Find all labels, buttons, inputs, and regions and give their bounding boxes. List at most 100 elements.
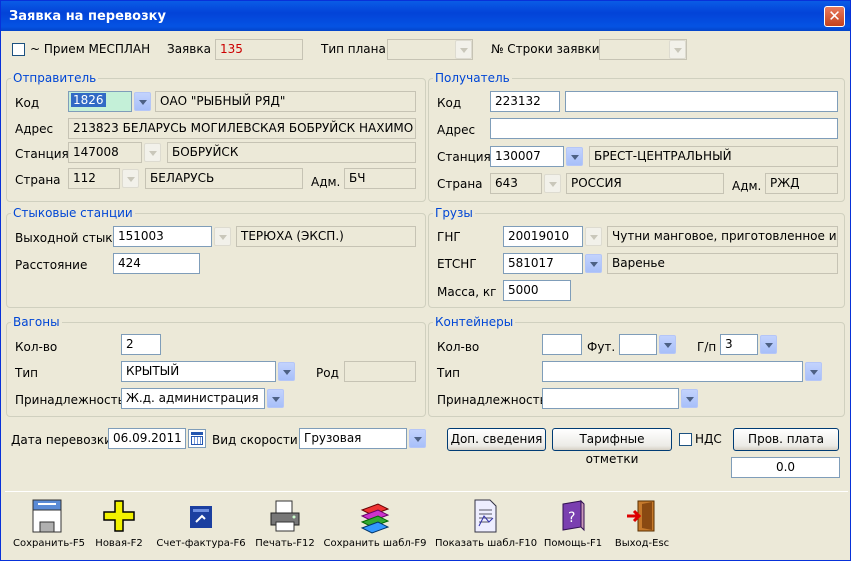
sender-stanciya-label: Станция [15, 147, 69, 161]
containers-type-field[interactable] [542, 361, 803, 382]
junction-exit-name: ТЕРЮХА (ЭКСП.) [236, 226, 416, 247]
containers-fut-field[interactable] [619, 334, 657, 355]
invoice-button-label: Счет-фактура-F6 [156, 538, 246, 549]
tip-plana-dropdown-icon[interactable] [455, 40, 472, 59]
zayavka-label: Заявка [167, 42, 211, 56]
junction-group-title: Стыковые станции [11, 206, 135, 220]
print-button[interactable]: Печать-F12 [253, 498, 317, 549]
save-template-button-label: Сохранить шабл-F9 [323, 538, 427, 549]
exit-button[interactable]: Выход-Esc [611, 498, 673, 549]
invoice-button[interactable]: Счет-фактура-F6 [155, 498, 247, 549]
sender-kod-field[interactable]: 1826 [68, 91, 132, 112]
wagons-count-field[interactable]: 2 [121, 334, 161, 355]
wagons-rod-field[interactable] [344, 361, 416, 382]
new-button-label: Новая-F2 [95, 538, 143, 549]
receiver-strana-name: РОССИЯ [566, 173, 724, 194]
prov-plata-button[interactable]: Пров. плата [733, 428, 839, 451]
date-field[interactable]: 06.09.2011 [108, 428, 186, 449]
help-button[interactable]: ? Помощь-F1 [543, 498, 603, 549]
junction-dist-label: Расстояние [15, 258, 88, 272]
receiver-strana-dropdown-icon[interactable] [544, 174, 561, 193]
sender-kod-name: ОАО "РЫБНЫЙ РЯД" [155, 91, 416, 112]
save-button[interactable]: Сохранить-F5 [13, 498, 85, 549]
containers-count-field[interactable] [542, 334, 582, 355]
sender-strana-dropdown-icon[interactable] [122, 169, 139, 188]
cargo-gng-code[interactable]: 20019010 [503, 226, 583, 247]
containers-gp-dropdown-icon[interactable] [760, 335, 777, 354]
receiver-stanciya-code[interactable]: 130007 [490, 146, 564, 167]
exit-button-label: Выход-Esc [614, 538, 670, 549]
sender-stanciya-dropdown-icon[interactable] [144, 143, 161, 162]
containers-owner-dropdown-icon[interactable] [681, 389, 698, 408]
wagons-type-label: Тип [15, 366, 38, 380]
containers-owner-field[interactable] [542, 388, 679, 409]
window: Заявка на перевозку ✕ ~ Прием МЕСПЛАН За… [0, 0, 851, 561]
junction-exit-dropdown-icon[interactable] [214, 227, 231, 246]
containers-type-label: Тип [437, 366, 460, 380]
priem-checkbox[interactable] [12, 43, 25, 56]
receiver-stanciya-dropdown-icon[interactable] [566, 147, 583, 166]
toolbar: Сохранить-F5 Новая-F2 Счет-фактура-F6 Пе… [5, 491, 848, 557]
receiver-adm-label: Адм. [732, 179, 762, 193]
sender-stanciya-name: БОБРУЙСК [167, 142, 416, 163]
sender-kod-value: 1826 [71, 93, 106, 107]
speed-field[interactable]: Грузовая [299, 428, 407, 449]
receiver-kod-field[interactable]: 223132 [490, 91, 560, 112]
wagons-type-dropdown-icon[interactable] [278, 362, 295, 381]
containers-type-dropdown-icon[interactable] [805, 362, 822, 381]
save-template-button[interactable]: Сохранить шабл-F9 [323, 498, 427, 549]
cargo-gng-dropdown-icon[interactable] [585, 227, 602, 246]
show-template-button[interactable]: Показать шабл-F10 [435, 498, 537, 549]
cargo-group-title: Грузы [433, 206, 475, 220]
sender-adm-field: БЧ [344, 168, 416, 189]
cargo-gng-name: Чутни манговое, приготовленное или [607, 226, 838, 247]
close-button[interactable]: ✕ [824, 6, 845, 27]
new-button[interactable]: Новая-F2 [93, 498, 145, 549]
stroka-dropdown-icon[interactable] [669, 40, 686, 59]
sender-adm-label: Адм. [311, 175, 341, 189]
wagons-type-field[interactable]: КРЫТЫЙ [121, 361, 276, 382]
calendar-icon[interactable] [188, 429, 206, 448]
tip-plana-label: Тип плана [321, 42, 386, 56]
junction-dist-field[interactable]: 424 [113, 253, 200, 274]
wagons-owner-dropdown-icon[interactable] [267, 389, 284, 408]
containers-owner-label: Принадлежность [437, 393, 547, 407]
cargo-etsng-code[interactable]: 581017 [503, 253, 583, 274]
sender-kod-label: Код [15, 96, 40, 110]
receiver-strana-label: Страна [437, 177, 483, 191]
sender-adres-field[interactable]: 213823 БЕЛАРУСЬ МОГИЛЕВСКАЯ БОБРУЙСК НАХ… [68, 118, 416, 139]
save-button-label: Сохранить-F5 [13, 538, 85, 549]
receiver-kod-name[interactable] [565, 91, 838, 112]
sender-strana-name: БЕЛАРУСЬ [145, 168, 303, 189]
receiver-adres-label: Адрес [437, 123, 476, 137]
cargo-etsng-name: Варенье [607, 253, 838, 274]
tarif-otmetki-button[interactable]: Тарифные отметки [552, 428, 672, 466]
speed-label: Вид скорости [212, 433, 298, 447]
receiver-adres-field[interactable] [490, 118, 838, 139]
junction-exit-code[interactable]: 151003 [113, 226, 212, 247]
containers-fut-dropdown-icon[interactable] [659, 335, 676, 354]
pay-field[interactable]: 0.0 [731, 457, 840, 478]
printer-icon [267, 498, 303, 534]
sender-stanciya-code[interactable]: 147008 [68, 142, 142, 163]
sender-strana-code[interactable]: 112 [68, 168, 120, 189]
receiver-stanciya-label: Станция [437, 150, 491, 164]
nds-checkbox[interactable] [679, 433, 692, 446]
receiver-kod-label: Код [437, 96, 462, 110]
sender-adres-label: Адрес [15, 122, 54, 136]
receiver-strana-code[interactable]: 643 [490, 173, 542, 194]
receiver-adm-field: РЖД [765, 173, 838, 194]
books-icon [357, 498, 393, 534]
cargo-mass-field[interactable]: 5000 [503, 280, 571, 301]
help-book-icon: ? [555, 498, 591, 534]
junction-exit-label: Выходной стык [15, 231, 113, 245]
priem-label: ~ Прием МЕСПЛАН [30, 42, 151, 56]
speed-dropdown-icon[interactable] [409, 429, 426, 448]
sender-kod-dropdown-icon[interactable] [134, 92, 151, 111]
zayavka-field[interactable]: 135 [215, 39, 303, 60]
wagons-owner-field[interactable]: Ж.д. администрация [121, 388, 265, 409]
cargo-etsng-dropdown-icon[interactable] [585, 254, 602, 273]
dop-svedeniya-button[interactable]: Доп. сведения [447, 428, 546, 451]
containers-gp-field[interactable]: 3 [720, 334, 758, 355]
wagons-group-title: Вагоны [11, 315, 62, 329]
